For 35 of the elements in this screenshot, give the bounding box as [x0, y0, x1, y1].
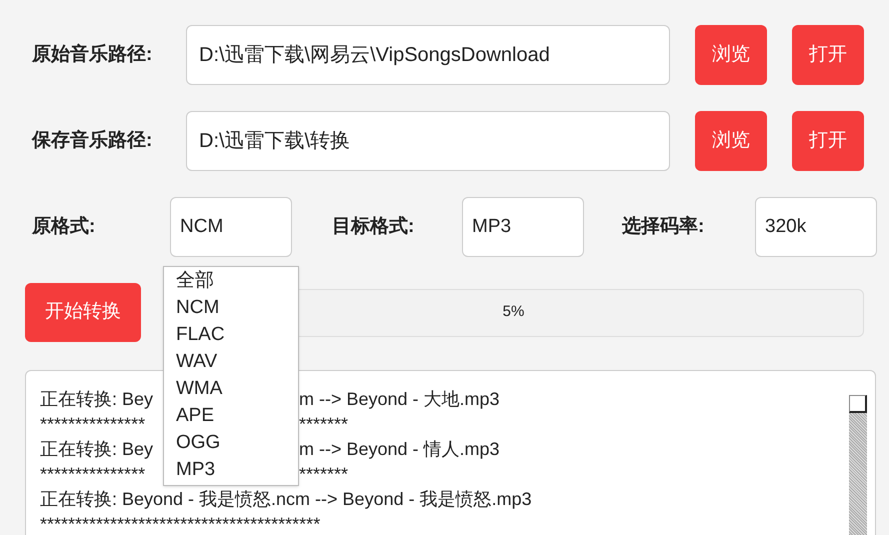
- format-select[interactable]: MP3: [462, 197, 584, 257]
- log-text: m --> Beyond - 情人.mp3: [299, 438, 500, 461]
- field-label: 目标格式:: [331, 214, 416, 239]
- field-label: 选择码率:: [621, 214, 706, 239]
- log-text: ***************: [40, 463, 146, 486]
- scrollbar[interactable]: [849, 395, 867, 535]
- field-label: 保存音乐路径:: [30, 128, 154, 153]
- dropdown-option[interactable]: WMA: [176, 376, 298, 403]
- action-button[interactable]: 浏览: [695, 25, 767, 85]
- log-text: *******: [299, 413, 348, 436]
- dropdown-option[interactable]: WAV: [176, 349, 298, 376]
- dropdown-option[interactable]: 全部: [176, 268, 298, 295]
- path-field[interactable]: D:\迅雷下载\转换: [186, 111, 670, 171]
- log-text: 正在转换: Bey: [40, 388, 154, 411]
- log-text: 正在转换: Bey: [40, 438, 154, 461]
- dropdown-option[interactable]: MP3: [176, 457, 298, 484]
- field-label: 原格式:: [30, 214, 96, 239]
- dropdown-option[interactable]: NCM: [176, 295, 298, 322]
- log-text: ****************************************: [40, 513, 320, 535]
- scrollbar-thumb[interactable]: [849, 395, 867, 413]
- action-button[interactable]: 打开: [792, 25, 864, 85]
- format-select[interactable]: 320k: [755, 197, 877, 257]
- log-text: ***************: [40, 413, 146, 436]
- dropdown-option[interactable]: APE: [176, 403, 298, 430]
- action-button[interactable]: 浏览: [695, 111, 767, 171]
- path-field[interactable]: D:\迅雷下载\网易云\VipSongsDownload: [186, 25, 670, 85]
- dropdown-option[interactable]: FLAC: [176, 322, 298, 349]
- start-button[interactable]: 开始转换: [25, 283, 141, 342]
- field-label: 原始音乐路径:: [30, 42, 154, 67]
- action-button[interactable]: 打开: [792, 111, 864, 171]
- format-select[interactable]: NCM: [170, 197, 292, 257]
- dropdown-option[interactable]: OGG: [176, 430, 298, 457]
- log-text: m --> Beyond - 大地.mp3: [299, 388, 500, 411]
- log-text: *******: [299, 463, 348, 486]
- log-text: 正在转换: Beyond - 我是愤怒.ncm --> Beyond - 我是愤怒.mp3: [40, 488, 532, 511]
